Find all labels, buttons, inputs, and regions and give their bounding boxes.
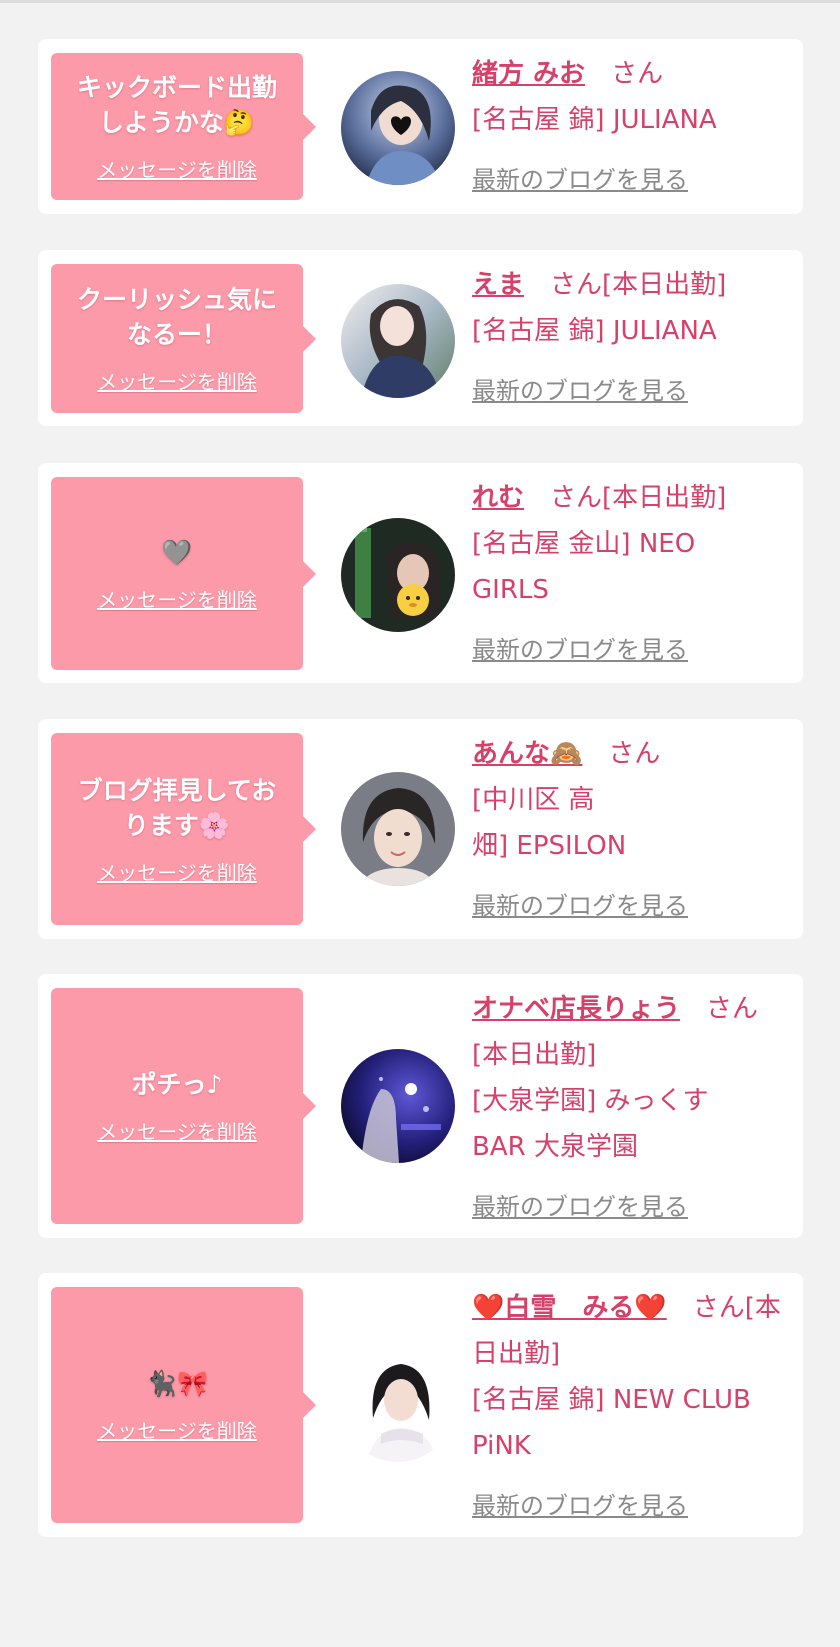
- svg-text:★: ★: [347, 1363, 354, 1372]
- shop-line: BAR 大泉学園: [472, 1132, 638, 1162]
- shop-line: PiNK: [472, 1431, 531, 1461]
- girl-name-link[interactable]: れむ: [472, 483, 524, 513]
- latest-blog-link[interactable]: 最新のブログを見る: [472, 368, 791, 414]
- message-bubble: 🩶 メッセージを削除: [51, 477, 316, 670]
- message-text: クーリッシュ気に なるー！: [76, 285, 277, 349]
- girl-name-link[interactable]: あんな🙈: [472, 739, 582, 769]
- avatar[interactable]: [341, 284, 455, 398]
- status-label: [本日出勤]: [602, 270, 727, 300]
- delete-message-link[interactable]: メッセージを削除: [97, 584, 257, 613]
- girl-info: えま さん[本日出勤] [名古屋 錦] JULIANA 最新のブログを見る: [472, 262, 791, 414]
- message-bubble: ブログ拝見してお ります🌸 メッセージを削除: [51, 733, 316, 925]
- message-card: ポチっ♪ メッセージを削除 オナベ店長りょう さん [本日出勤] [大泉学園] みっ…: [38, 974, 803, 1238]
- message-text: キックボード出勤 しようかな🤔: [76, 73, 277, 137]
- status-label: [本日出勤]: [602, 483, 727, 513]
- girl-name-link[interactable]: 緒方 みお: [472, 59, 585, 89]
- avatar[interactable]: [341, 71, 455, 185]
- latest-blog-link[interactable]: 最新のブログを見る: [472, 1184, 791, 1230]
- honorific: さん: [611, 59, 664, 89]
- girl-name-link[interactable]: オナベ店長りょう: [472, 994, 680, 1024]
- message-text: 🩶: [161, 537, 193, 567]
- status-label: [本日出勤]: [472, 1040, 597, 1070]
- message-text: ブログ拝見してお ります🌸: [77, 775, 277, 840]
- message-bubble: クーリッシュ気に なるー！ メッセージを削除: [51, 264, 316, 413]
- avatar[interactable]: ★: [341, 1348, 455, 1462]
- latest-blog-link[interactable]: 最新のブログを見る: [472, 627, 791, 673]
- girl-name-link[interactable]: えま: [472, 270, 524, 300]
- shop-line: 畑] EPSILON: [472, 831, 627, 861]
- latest-blog-link[interactable]: 最新のブログを見る: [472, 157, 791, 203]
- message-bubble: キックボード出勤 しようかな🤔 メッセージを削除: [51, 53, 316, 200]
- shop-line: [名古屋 錦] JULIANA: [472, 105, 717, 135]
- girl-info: 緒方 みお さん [名古屋 錦] JULIANA 最新のブログを見る: [472, 51, 791, 203]
- delete-message-link[interactable]: メッセージを削除: [97, 366, 257, 395]
- delete-message-link[interactable]: メッセージを削除: [97, 154, 257, 183]
- honorific: さん: [692, 1293, 745, 1323]
- avatar[interactable]: [341, 518, 455, 632]
- latest-blog-link[interactable]: 最新のブログを見る: [472, 1483, 791, 1529]
- shop-line: [名古屋 金山] NEO: [472, 529, 696, 559]
- shop-line: [名古屋 錦] JULIANA: [472, 316, 717, 346]
- shop-line: GIRLS: [472, 575, 549, 605]
- girl-info: ❤️白雪 みる❤️ さん[本日出勤] [名古屋 錦] NEW CLUB PiNK …: [472, 1285, 791, 1529]
- latest-blog-link[interactable]: 最新のブログを見る: [472, 883, 791, 929]
- honorific: さん: [550, 483, 603, 513]
- shop-line: [中川区 高: [472, 785, 595, 815]
- girl-info: オナベ店長りょう さん [本日出勤] [大泉学園] みっくす BAR 大泉学園 最新…: [472, 986, 791, 1230]
- message-card: キックボード出勤 しようかな🤔 メッセージを削除 緒方 みお さん [名古屋 錦]…: [38, 39, 803, 214]
- girl-name-link[interactable]: ❤️白雪 みる❤️: [472, 1293, 667, 1323]
- shop-line: [大泉学園] みっくす: [472, 1086, 709, 1116]
- message-bubble: 🐈‍⬛🎀 メッセージを削除: [51, 1287, 316, 1523]
- message-text: ポチっ♪: [131, 1070, 223, 1099]
- message-bubble: ポチっ♪ メッセージを削除: [51, 988, 316, 1224]
- avatar[interactable]: [341, 772, 455, 886]
- delete-message-link[interactable]: メッセージを削除: [97, 1116, 257, 1145]
- message-card: 🐈‍⬛🎀 メッセージを削除 ★ ❤️白雪 みる❤️ さん[本日出勤] [名古屋 錦…: [38, 1273, 803, 1537]
- message-card: クーリッシュ気に なるー！ メッセージを削除 えま さん[本日出勤] [名古屋 錦…: [38, 250, 803, 426]
- shop-line: [名古屋 錦] NEW CLUB: [472, 1385, 751, 1415]
- avatar[interactable]: [341, 1049, 455, 1163]
- honorific: さん: [550, 270, 603, 300]
- honorific: さん: [706, 994, 759, 1024]
- message-text: 🐈‍⬛🎀: [145, 1369, 209, 1398]
- message-card: 🩶 メッセージを削除 れむ さん[本日出勤] [名古屋 金山] NEO GIRLS…: [38, 463, 803, 683]
- delete-message-link[interactable]: メッセージを削除: [97, 1415, 257, 1444]
- top-divider: [0, 0, 840, 3]
- honorific: さん: [608, 739, 661, 769]
- girl-info: れむ さん[本日出勤] [名古屋 金山] NEO GIRLS 最新のブログを見る: [472, 475, 791, 673]
- message-card: ブログ拝見してお ります🌸 メッセージを削除 あんな🙈 さん [中川区 高 畑] …: [38, 719, 803, 939]
- delete-message-link[interactable]: メッセージを削除: [97, 857, 257, 886]
- girl-info: あんな🙈 さん [中川区 高 畑] EPSILON 最新のブログを見る: [472, 731, 791, 929]
